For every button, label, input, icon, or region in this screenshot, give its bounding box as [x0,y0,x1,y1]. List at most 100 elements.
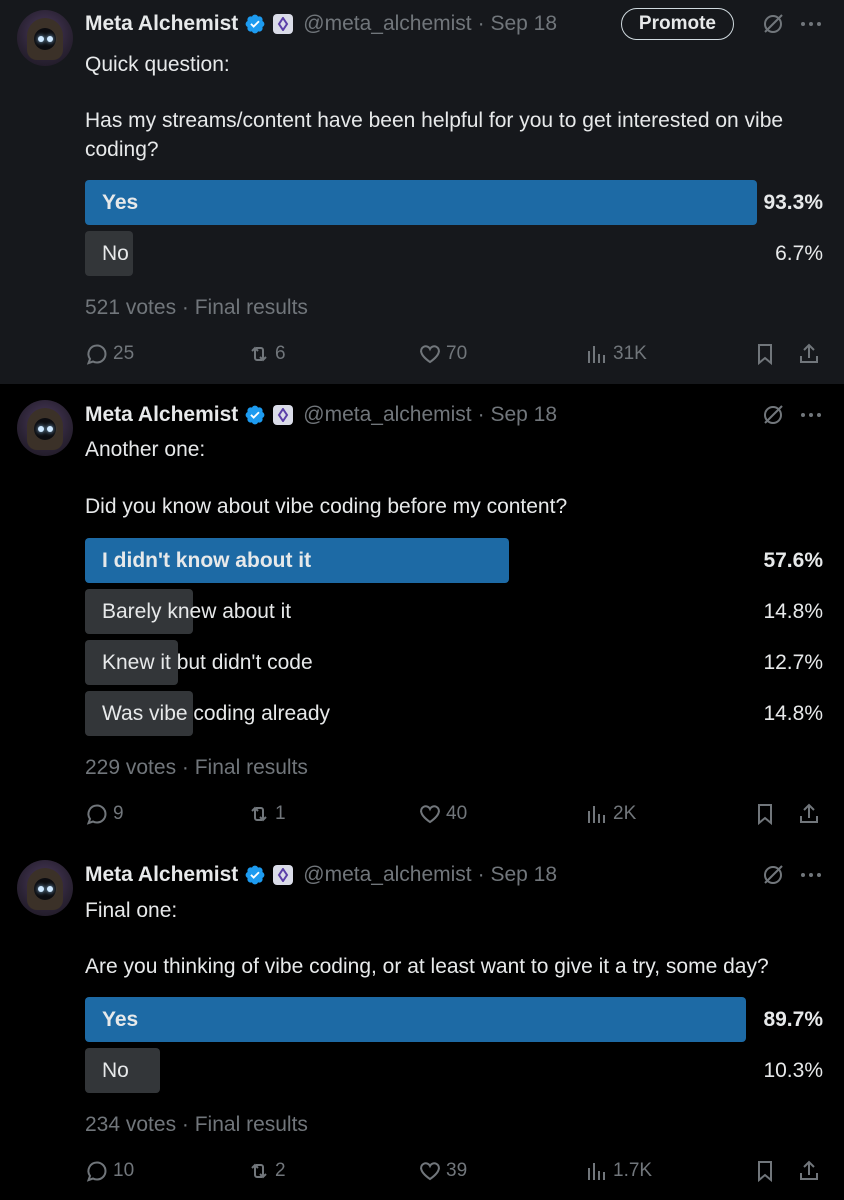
poll-option: Yes 93.3% [85,180,823,225]
like-button[interactable]: 70 [418,340,467,368]
like-button[interactable]: 40 [418,800,467,828]
poll-option-label: No [102,242,129,265]
share-button[interactable] [797,800,821,828]
author-handle[interactable]: @meta_alchemist [303,403,471,427]
like-icon [420,1162,440,1181]
bookmark-icon [758,1161,772,1183]
like-icon [420,805,440,824]
grok-icon[interactable] [760,862,786,888]
views-button[interactable]: 1.7K [585,1157,652,1185]
poll-bar [85,997,746,1042]
grok-icon[interactable] [760,402,786,428]
share-button[interactable] [797,1157,821,1185]
verified-badge-icon [245,865,265,885]
repost-count: 6 [275,343,286,364]
poll-option-percent: 12.7% [763,651,823,674]
like-count: 39 [446,1160,468,1181]
views-button[interactable]: 2K [585,800,636,828]
poll-option-label: Yes [102,191,139,214]
tweet-header: Meta Alchemist @meta_alchemist · Sep 18 … [85,8,824,40]
reply-button[interactable]: 9 [85,800,124,828]
affiliate-badge-icon [273,14,294,34]
reply-count: 10 [113,1160,135,1181]
like-icon [420,345,440,364]
poll-option: No 6.7% [85,231,823,276]
poll-option-label: I didn't know about it [102,549,312,572]
avatar[interactable] [17,400,73,456]
bookmark-button[interactable] [753,340,777,368]
share-button[interactable] [797,340,821,368]
avatar[interactable] [17,860,73,916]
tweet-date[interactable]: · Sep 18 [478,403,557,427]
more-icon[interactable] [798,862,824,888]
poll-summary: 521 votes · Final results [85,296,308,319]
poll-option-label: Was vibe coding already [102,702,331,725]
reply-icon [86,1161,107,1182]
tweet-text-question: Did you know about vibe coding before my… [85,495,568,518]
reply-count: 9 [113,803,124,824]
like-button[interactable]: 39 [418,1157,467,1185]
tweet-date[interactable]: · Sep 18 [478,863,557,887]
poll-option: Barely knew about it 14.8% [85,589,823,634]
action-bar: 10 2 39 1.7K [85,1157,825,1185]
action-bar: 25 6 70 31K [85,340,825,368]
author-handle[interactable]: @meta_alchemist [303,12,471,36]
like-count: 40 [446,803,468,824]
views-icon [588,806,605,823]
poll-option: Yes 89.7% [85,997,823,1042]
tweet-text-intro: Final one: [85,899,178,922]
verified-badge-icon [245,405,265,425]
more-icon[interactable] [798,402,824,428]
author-handle[interactable]: @meta_alchemist [303,863,471,887]
repost-button[interactable]: 1 [247,800,286,828]
tweet-2[interactable]: Meta Alchemist @meta_alchemist · Sep 18 … [0,384,844,844]
poll-option-label: No [102,1059,129,1082]
poll-option-percent: 89.7% [763,1008,823,1031]
tweet-date[interactable]: · Sep 18 [478,12,557,36]
poll-option-percent: 6.7% [775,242,823,265]
affiliate-badge-icon [273,405,294,425]
tweet-text-question: Are you thinking of vibe coding, or at l… [85,955,769,978]
poll-option-percent: 57.6% [763,549,823,572]
bookmark-button[interactable] [753,1157,777,1185]
tweet-header: Meta Alchemist @meta_alchemist · Sep 18 [85,861,824,889]
bookmark-icon [758,804,772,826]
repost-button[interactable]: 6 [247,340,286,368]
promote-button[interactable]: Promote [620,8,734,40]
view-count: 2K [613,803,637,824]
like-count: 70 [446,343,468,364]
grok-icon[interactable] [760,11,786,37]
poll-option-label: Knew it but didn't code [102,651,313,674]
repost-icon [251,806,267,822]
share-icon [800,1160,818,1180]
tweet-header: Meta Alchemist @meta_alchemist · Sep 18 [85,401,824,429]
bookmark-icon [758,344,772,366]
tweet-1[interactable]: Meta Alchemist @meta_alchemist · Sep 18 … [0,0,844,384]
poll-summary: 229 votes · Final results [85,756,308,779]
reply-button[interactable]: 10 [85,1157,134,1185]
verified-badge-icon [245,14,265,34]
poll-summary: 234 votes · Final results [85,1113,308,1136]
bookmark-button[interactable] [753,800,777,828]
poll-option-percent: 14.8% [763,702,823,725]
repost-button[interactable]: 2 [247,1157,286,1185]
avatar[interactable] [17,10,73,66]
more-icon[interactable] [798,11,824,37]
poll-option: Knew it but didn't code 12.7% [85,640,823,685]
tweet-text-intro: Another one: [85,438,206,461]
poll-option-percent: 14.8% [763,600,823,623]
reply-icon [86,804,107,825]
repost-icon [251,346,267,362]
reply-button[interactable]: 25 [85,340,134,368]
views-button[interactable]: 31K [585,340,647,368]
repost-icon [251,1163,267,1179]
poll-option: I didn't know about it 57.6% [85,538,823,583]
poll-option: No 10.3% [85,1048,823,1093]
author-name[interactable]: Meta Alchemist [85,12,238,36]
tweet-3[interactable]: Meta Alchemist @meta_alchemist · Sep 18 … [0,844,844,1200]
views-icon [588,1163,605,1180]
share-icon [800,343,818,363]
repost-count: 2 [275,1160,286,1181]
author-name[interactable]: Meta Alchemist [85,403,238,427]
author-name[interactable]: Meta Alchemist [85,863,238,887]
